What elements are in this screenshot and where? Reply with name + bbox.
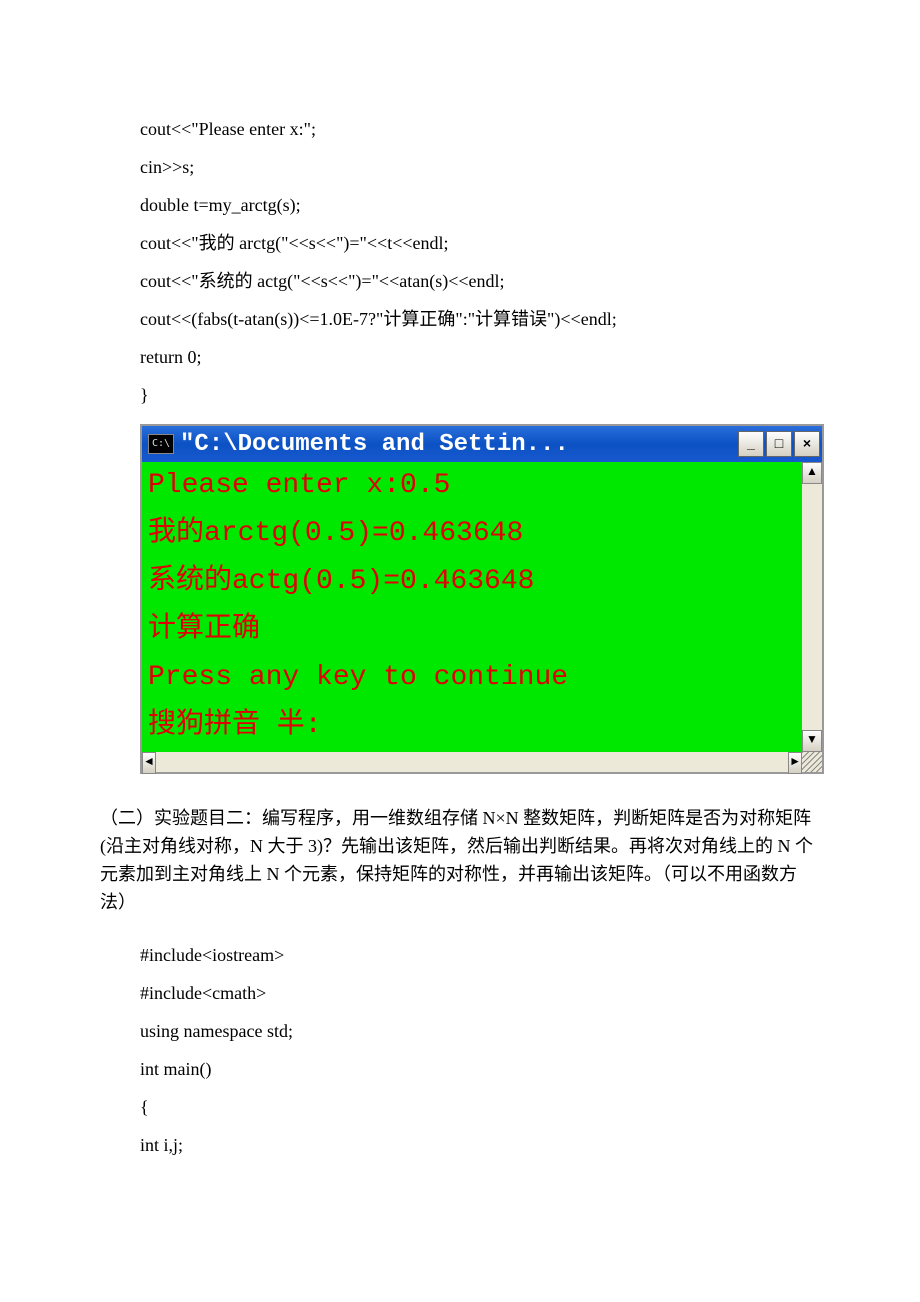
console-body: Please enter x:0.5 我的arctg(0.5)=0.463648… (142, 462, 822, 752)
resize-grip-icon[interactable] (802, 752, 822, 772)
window-title: "C:\Documents and Settin... (180, 431, 732, 458)
title-bar: C:\ "C:\Documents and Settin... _ □ × (142, 426, 822, 462)
code-line: double t=my_arctg(s); (140, 186, 820, 224)
code-line: { (140, 1088, 820, 1126)
code-line: return 0; (140, 338, 820, 376)
scroll-track[interactable] (156, 752, 788, 772)
exercise-description: （二）实验题目二：编写程序，用一维数组存储 N×N 整数矩阵，判断矩阵是否为对称… (100, 804, 820, 916)
console-window: C:\ "C:\Documents and Settin... _ □ × Pl… (140, 424, 824, 774)
console-line: 计算正确 (148, 614, 260, 645)
scroll-track[interactable] (802, 484, 822, 730)
code-line: cout<<(fabs(t-atan(s))<=1.0E-7?"计算正确":"计… (140, 300, 820, 338)
code-line: cout<<"系统的 actg("<<s<<")="<<atan(s)<<end… (140, 262, 820, 300)
code-line: cout<<"Please enter x:"; (140, 110, 820, 148)
console-line: 搜狗拼音 半: (148, 710, 322, 741)
cmd-icon: C:\ (148, 434, 174, 454)
console-line: Please enter x:0.5 (148, 470, 450, 501)
window-controls: _ □ × (738, 431, 820, 457)
horizontal-scrollbar[interactable]: ◄ ► (142, 752, 822, 772)
console-output: Please enter x:0.5 我的arctg(0.5)=0.463648… (142, 462, 802, 752)
close-button[interactable]: × (794, 431, 820, 457)
vertical-scrollbar[interactable]: ▲ ▼ (802, 462, 822, 752)
console-line: Press any key to continue (148, 662, 568, 693)
console-line: 我的arctg(0.5)=0.463648 (148, 518, 523, 549)
scroll-right-button[interactable]: ► (788, 752, 802, 774)
code-line: #include<cmath> (140, 974, 820, 1012)
code-line: cin>>s; (140, 148, 820, 186)
code-block-1: cout<<"Please enter x:"; cin>>s; double … (140, 110, 820, 414)
code-block-2: #include<iostream> #include<cmath> using… (140, 936, 820, 1164)
scroll-down-button[interactable]: ▼ (802, 730, 822, 752)
scroll-left-button[interactable]: ◄ (142, 752, 156, 774)
code-line: using namespace std; (140, 1012, 820, 1050)
minimize-button[interactable]: _ (738, 431, 764, 457)
code-line: int main() (140, 1050, 820, 1088)
code-line: #include<iostream> (140, 936, 820, 974)
code-line: cout<<"我的 arctg("<<s<<")="<<t<<endl; (140, 224, 820, 262)
document-page: cout<<"Please enter x:"; cin>>s; double … (0, 0, 920, 1224)
maximize-button[interactable]: □ (766, 431, 792, 457)
code-line: int i,j; (140, 1126, 820, 1164)
code-line: } (140, 376, 820, 414)
scroll-up-button[interactable]: ▲ (802, 462, 822, 484)
console-line: 系统的actg(0.5)=0.463648 (148, 566, 534, 597)
